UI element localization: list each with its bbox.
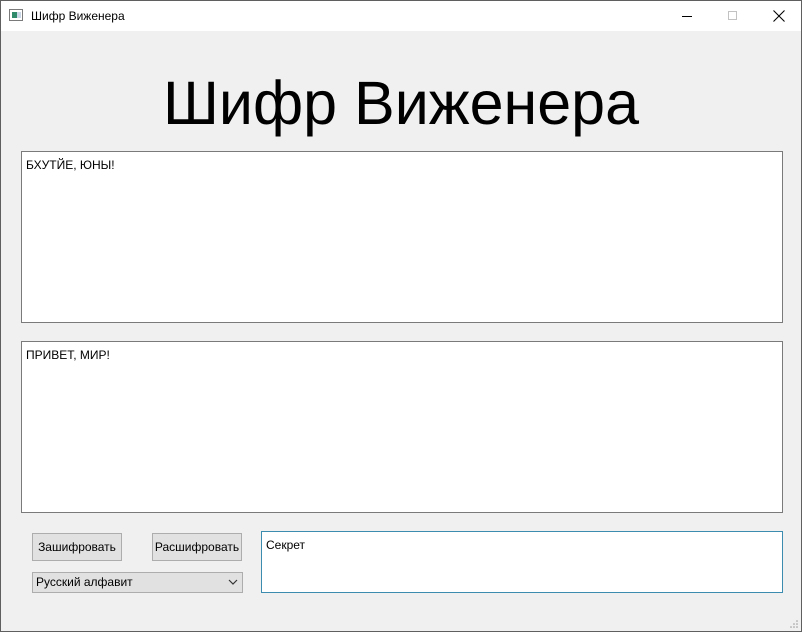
- close-icon: [773, 10, 785, 22]
- minimize-button[interactable]: [664, 1, 710, 31]
- alphabet-select[interactable]: Русский алфавит: [32, 572, 243, 593]
- encrypted-text-area[interactable]: БХУТЙЕ, ЮНЫ!: [21, 151, 783, 323]
- chevron-down-icon: [228, 579, 238, 585]
- window-title: Шифр Виженера: [31, 9, 125, 23]
- key-input[interactable]: Секрет: [261, 531, 783, 593]
- encrypt-button[interactable]: Зашифровать: [32, 533, 122, 561]
- app-window: Шифр Виженера Шифр Виженера БХУТЙЕ, ЮНЫ!…: [0, 0, 802, 632]
- page-title: Шифр Виженера: [163, 69, 639, 137]
- window-app-icon: [9, 9, 23, 21]
- maximize-button[interactable]: [710, 1, 756, 31]
- close-button[interactable]: [756, 1, 801, 31]
- title-bar[interactable]: Шифр Виженера: [1, 1, 801, 31]
- maximize-icon: [728, 11, 737, 20]
- decrypt-button[interactable]: Расшифровать: [152, 533, 242, 561]
- resize-grip-icon[interactable]: [789, 619, 799, 629]
- alphabet-select-value: Русский алфавит: [36, 575, 133, 589]
- plain-text-area[interactable]: ПРИВЕТ, МИР!: [21, 341, 783, 513]
- minimize-icon: [682, 16, 692, 17]
